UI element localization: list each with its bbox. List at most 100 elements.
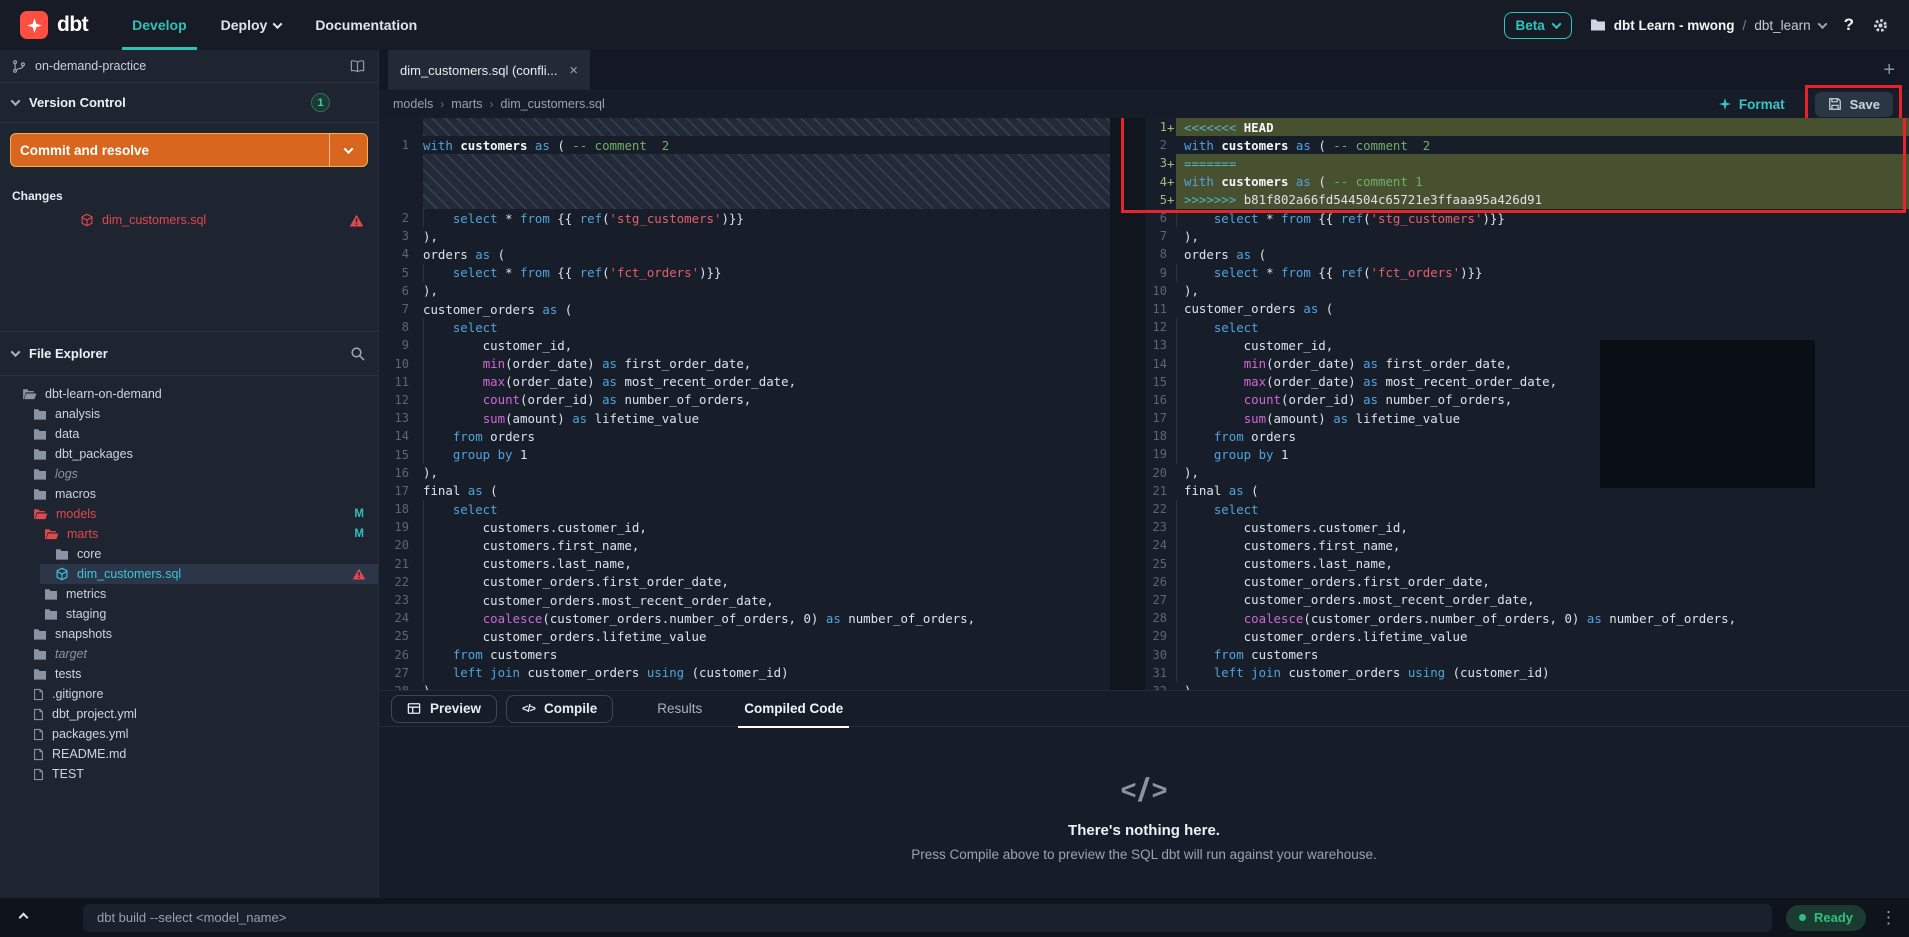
save-floppy-icon (1828, 97, 1842, 111)
code-text: customer_orders.first_order_date, (423, 573, 1110, 591)
model-icon (55, 567, 69, 581)
code-pane-working[interactable]: 1with customers as ( -- comment 22 selec… (379, 118, 1110, 690)
code-icon: </> (1121, 771, 1168, 809)
tree-item-marts[interactable]: martsM (0, 524, 378, 544)
code-text: coalesce(customer_orders.number_of_order… (423, 609, 1110, 627)
code-line-24: 24 customers.first_name, (1145, 536, 1909, 554)
new-tab-button[interactable]: + (1883, 59, 1895, 82)
tree-item-snapshots[interactable]: snapshots (0, 624, 378, 644)
code-text: coalesce(customer_orders.number_of_order… (1176, 609, 1909, 627)
code-text: select (423, 318, 1110, 336)
code-text: from customers (1176, 645, 1909, 663)
breadcrumb: models › marts › dim_customers.sql (393, 97, 605, 111)
breadcrumb-marts[interactable]: marts (451, 97, 482, 111)
status-dot (1799, 914, 1806, 921)
tree-item-label: packages.yml (52, 727, 128, 741)
close-icon[interactable]: × (569, 62, 578, 79)
modified-badge: M (354, 508, 364, 520)
dbt-logo[interactable] (20, 11, 48, 39)
breadcrumb-file[interactable]: dim_customers.sql (501, 97, 605, 111)
line-number: 7 (379, 302, 409, 316)
beta-dropdown[interactable]: Beta (1504, 12, 1572, 39)
nav-item-develop[interactable]: Develop (122, 0, 196, 50)
code-line-1: 1with customers as ( -- comment 2 (379, 136, 1110, 154)
tree-item-dim-customers-sql[interactable]: dim_customers.sql (0, 564, 378, 584)
tree-item-packages-yml[interactable]: packages.yml (0, 724, 378, 744)
tree-item-models[interactable]: modelsM (0, 504, 378, 524)
format-button[interactable]: Format (1718, 97, 1785, 112)
tree-item-label: data (55, 427, 79, 441)
code-text: customer_orders.lifetime_value (423, 627, 1110, 645)
editor-tab-bar: dim_customers.sql (confli... × + (379, 50, 1909, 90)
editor-toolbar: models › marts › dim_customers.sql Forma… (379, 90, 1909, 118)
compile-button[interactable]: </> Compile (506, 695, 613, 723)
line-number: 22 (379, 575, 409, 589)
nav-right: Beta dbt Learn - mwong / dbt_learn ? (1504, 12, 1889, 39)
file-tree: dbt-learn-on-demandanalysis data dbt_packa… (0, 376, 378, 784)
breadcrumb-models[interactable]: models (393, 97, 433, 111)
command-input[interactable] (83, 904, 1772, 932)
tree-item-dbt-project-yml[interactable]: dbt_project.yml (0, 704, 378, 724)
code-line-5: 5 select * from {{ ref('fct_orders')}} (379, 264, 1110, 282)
conflict-warning-icon (352, 568, 366, 580)
line-number: 12 (379, 393, 409, 407)
tree-item-tests[interactable]: tests (0, 664, 378, 684)
preview-button[interactable]: Preview (391, 695, 497, 723)
commit-options-toggle[interactable] (329, 134, 367, 166)
tree-item-data[interactable]: data (0, 424, 378, 444)
table-icon (407, 702, 421, 715)
commit-and-resolve-button[interactable]: Commit and resolve (10, 133, 368, 167)
project-selector[interactable]: dbt Learn - mwong / dbt_learn (1590, 18, 1826, 33)
tree-item--gitignore[interactable]: .gitignore (0, 684, 378, 704)
tree-item-macros[interactable]: macros (0, 484, 378, 504)
code-line-3: 3), (379, 227, 1110, 245)
tree-item-metrics[interactable]: metrics (0, 584, 378, 604)
tree-item-dbt-packages[interactable]: dbt_packages (0, 444, 378, 464)
nav-item-documentation[interactable]: Documentation (305, 0, 427, 50)
line-number: 24 (379, 611, 409, 625)
line-number: 15 (1145, 375, 1167, 389)
file-icon (33, 768, 44, 781)
line-number: 27 (379, 666, 409, 680)
version-control-header[interactable]: Version Control 1 (0, 83, 378, 123)
beta-label: Beta (1516, 18, 1545, 33)
changes-label: Changes (0, 177, 378, 207)
docs-book-icon[interactable] (349, 59, 366, 74)
version-control-badge: 1 (311, 93, 330, 112)
line-number: 16 (379, 466, 409, 480)
top-nav: dbt DevelopDeployDocumentation Beta dbt … (0, 0, 1909, 50)
tab-results[interactable]: Results (653, 691, 706, 727)
gear-icon[interactable] (1872, 17, 1889, 34)
tree-item-target[interactable]: target (0, 644, 378, 664)
tree-item-logs[interactable]: logs (0, 464, 378, 484)
save-button[interactable]: Save (1815, 92, 1893, 117)
code-line-11: 11 max(order_date) as most_recent_order_… (379, 373, 1110, 391)
tree-item-test[interactable]: TEST (0, 764, 378, 784)
tab-compiled-code[interactable]: Compiled Code (740, 691, 847, 727)
minimap-overlay (1600, 340, 1815, 488)
folder-icon (33, 408, 47, 420)
code-line-22: 22 customer_orders.first_order_date, (379, 573, 1110, 591)
help-button[interactable]: ? (1844, 15, 1854, 35)
pane-divider[interactable] (1110, 118, 1145, 690)
file-icon (33, 708, 44, 721)
tree-item-readme-md[interactable]: README.md (0, 744, 378, 764)
file-explorer-section: File Explorer dbt-learn-on-demandanalysi… (0, 331, 378, 784)
file-explorer-header[interactable]: File Explorer (0, 332, 378, 376)
code-line-8: 8orders as ( (1145, 245, 1909, 263)
code-text: with customers as ( -- comment 2 (1176, 136, 1909, 154)
search-icon[interactable] (350, 346, 366, 362)
kebab-menu-icon[interactable]: ⋮ (1880, 908, 1897, 928)
tree-item-core[interactable]: core (0, 544, 378, 564)
branch-selector[interactable]: on-demand-practice (0, 50, 378, 83)
tab-dim-customers[interactable]: dim_customers.sql (confli... × (388, 50, 590, 90)
tree-item-staging[interactable]: staging (0, 604, 378, 624)
chevron-up-icon[interactable] (19, 913, 29, 923)
tree-item-dbt-learn-on-demand[interactable]: dbt-learn-on-demand (0, 384, 378, 404)
code-line-2: 2with customers as ( -- comment 2 (1145, 136, 1909, 154)
nav-item-deploy[interactable]: Deploy (211, 0, 292, 50)
line-number: 6 (1145, 211, 1167, 225)
tree-item-analysis[interactable]: analysis (0, 404, 378, 424)
changed-file-item[interactable]: dim_customers.sql (0, 207, 378, 233)
code-text: ) (1176, 682, 1909, 690)
